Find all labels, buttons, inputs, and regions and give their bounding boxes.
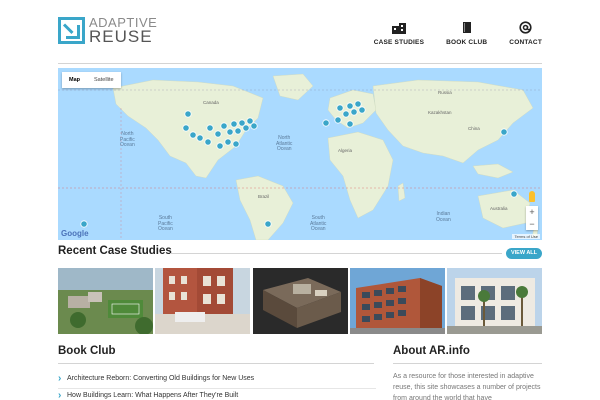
logo-line2: REUSE (89, 27, 153, 46)
site-logo[interactable]: ADAPTIVE REUSE (58, 16, 157, 45)
map-marker[interactable] (184, 110, 192, 118)
map-canvas (58, 73, 542, 240)
map-marker[interactable] (334, 116, 342, 124)
site-header: ADAPTIVE REUSE CASE STUDIES BOOK CLUB CO… (0, 0, 600, 64)
land-label: China (468, 126, 480, 131)
header-divider (58, 63, 542, 64)
map-marker[interactable] (226, 128, 234, 136)
nav-contact[interactable]: CONTACT (509, 20, 542, 46)
map-type-control: Map Satellite (62, 72, 121, 88)
land-label: Russia (438, 90, 452, 95)
about-text: As a resource for those interested in ad… (393, 373, 541, 400)
ocean-label: North Pacific Ocean (120, 131, 135, 148)
map-marker[interactable] (358, 106, 366, 114)
map-type-satellite[interactable]: Satellite (87, 72, 121, 88)
street-view-pegman-icon[interactable] (529, 191, 535, 202)
nav-book-club[interactable]: BOOK CLUB (446, 20, 487, 46)
section-divider (170, 253, 502, 254)
map-marker[interactable] (206, 124, 214, 132)
section-divider (393, 363, 542, 364)
map-marker[interactable] (204, 138, 212, 146)
map-marker[interactable] (242, 124, 250, 132)
case-study-thumb-2[interactable] (155, 268, 251, 334)
case-study-thumb-4[interactable] (349, 268, 445, 334)
zoom-out-button[interactable]: − (526, 218, 538, 230)
about-title: About AR.info (393, 345, 470, 357)
zoom-control: + − (526, 206, 538, 230)
map-marker[interactable] (264, 220, 272, 228)
nav-case-studies[interactable]: CASE STUDIES (374, 20, 424, 46)
map-marker[interactable] (220, 122, 228, 130)
case-study-thumbnails (58, 268, 542, 334)
land-label: Australia (490, 206, 508, 211)
google-logo[interactable]: Google (61, 229, 89, 238)
book-club-title: Book Club (58, 345, 116, 357)
view-all-button[interactable]: VIEW ALL (506, 248, 542, 259)
map-marker[interactable] (342, 110, 350, 118)
map-marker[interactable] (230, 120, 238, 128)
map-marker[interactable] (196, 134, 204, 142)
map-marker[interactable] (234, 127, 242, 135)
land-label: Brazil (258, 194, 270, 199)
map-marker[interactable] (350, 108, 358, 116)
map-marker[interactable] (510, 190, 518, 198)
map-marker[interactable] (224, 138, 232, 146)
case-study-thumb-5[interactable] (447, 268, 542, 334)
land-label: Canada (203, 100, 219, 105)
map-marker[interactable] (80, 220, 88, 228)
map-marker[interactable] (346, 102, 354, 110)
section-divider (58, 363, 374, 364)
logo-mark-icon (58, 17, 85, 44)
book-list: Architecture Reborn: Converting Old Buil… (58, 372, 376, 400)
case-study-thumb-3[interactable] (252, 268, 348, 334)
land-label: Kazakhstan (428, 110, 452, 115)
map-marker[interactable] (216, 142, 224, 150)
case-study-thumb-1[interactable] (58, 268, 153, 334)
map-marker[interactable] (189, 131, 197, 139)
world-map[interactable]: North Pacific Ocean North Atlantic Ocean Sou… (58, 68, 542, 240)
map-type-map[interactable]: Map (62, 72, 87, 88)
main-nav: CASE STUDIES BOOK CLUB CONTACT (352, 20, 542, 46)
map-marker[interactable] (336, 104, 344, 112)
map-marker[interactable] (182, 124, 190, 132)
map-marker[interactable] (250, 122, 258, 130)
map-marker[interactable] (354, 100, 362, 108)
book-link[interactable]: Architecture Reborn: Converting Old Buil… (58, 372, 376, 389)
map-marker[interactable] (214, 130, 222, 138)
ocean-label: North Atlantic Ocean (276, 135, 293, 152)
terms-link[interactable]: Terms of Use (512, 234, 540, 239)
recent-case-studies-title: Recent Case Studies (58, 245, 172, 257)
map-marker[interactable] (322, 119, 330, 127)
land-label: Algeria (338, 148, 353, 153)
map-marker[interactable] (232, 140, 240, 148)
ocean-label: Indian Ocean (436, 211, 451, 223)
zoom-in-button[interactable]: + (526, 206, 538, 218)
building-icon (391, 20, 407, 34)
book-link[interactable]: How Buildings Learn: What Happens After … (58, 389, 376, 400)
map-marker[interactable] (346, 120, 354, 128)
book-icon (459, 20, 475, 34)
ocean-label: South Atlantic Ocean (310, 215, 327, 232)
map-marker[interactable] (500, 128, 508, 136)
ocean-label: South Pacific Ocean (158, 215, 173, 232)
at-sign-icon (518, 20, 534, 34)
